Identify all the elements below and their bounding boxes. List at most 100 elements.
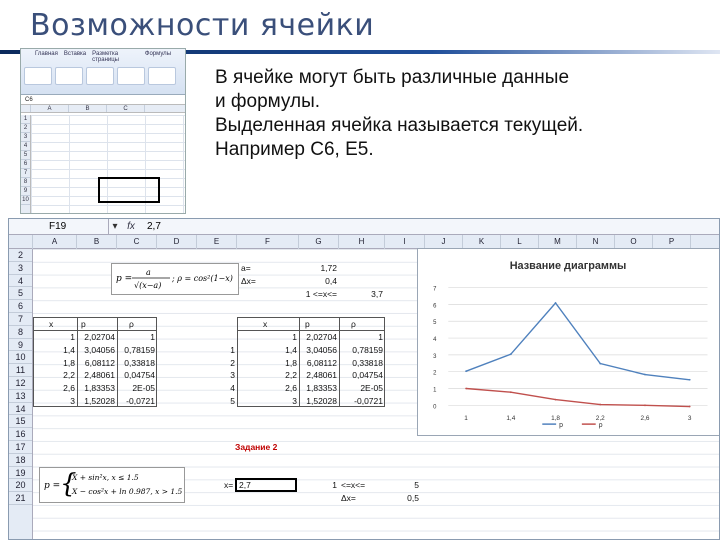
data-point: [509, 353, 512, 356]
body-line-3: Выделенная ячейка называется текущей.: [215, 115, 584, 136]
right-header-p: p: [305, 319, 310, 329]
svg-text:X + sin²x, x ≤ 1.5: X + sin²x, x ≤ 1.5: [71, 473, 139, 482]
row-index: 5: [230, 396, 235, 406]
right-cell-x: 1,4: [285, 344, 297, 355]
left-cell-x: 1: [70, 332, 75, 342]
x-tick-label: 1,4: [506, 415, 515, 422]
mini-tab-home: Главная: [35, 51, 58, 57]
right-cell-p: 2,02704: [306, 332, 337, 342]
dx-label: Δx=: [241, 276, 256, 286]
mini-name-box: C6: [21, 95, 185, 105]
left-header-x: x: [49, 319, 54, 329]
right-header-x: x: [263, 319, 268, 329]
left-cell-rho: 0,33818: [124, 357, 155, 368]
chart-title: Название диаграммы: [510, 260, 627, 272]
data-point: [688, 405, 691, 408]
mini-ribbon: Главная Вставка Разметка страницы Формул…: [21, 49, 185, 95]
mini-excel-screenshot: Главная Вставка Разметка страницы Формул…: [20, 48, 186, 214]
left-cell-rho: 0,78159: [124, 344, 155, 355]
right-cell-x: 3: [292, 396, 297, 406]
r20-value: 0,5: [407, 493, 419, 503]
y-tick-label: 5: [433, 320, 437, 326]
svg-text:√(x−a): √(x−a): [134, 281, 161, 290]
left-cell-x: 3: [70, 396, 75, 406]
x-label: x=: [224, 480, 234, 490]
left-cell-p: 1,52028: [84, 396, 115, 406]
right-cell-p: 2,48061: [306, 370, 337, 381]
mini-tab-formulas: Формулы: [144, 51, 171, 57]
right-cell-rho: -0,0721: [354, 396, 383, 406]
y-tick-label: 7: [433, 287, 436, 293]
x-value[interactable]: 2,7: [239, 479, 251, 492]
right-cell-rho: 0,78159: [352, 344, 383, 355]
excel-screenshot: F19 ▾ fx 2,7 A B C D E F G H I J K L M N…: [8, 218, 720, 540]
right-cell-rho: 2E-05: [360, 383, 383, 394]
task-label: Задание 2: [235, 442, 278, 452]
right-cell-rho: 1: [378, 332, 383, 342]
left-header-rho: ρ: [129, 319, 134, 329]
row-index: 2: [230, 357, 235, 368]
mini-tab-insert: Вставка: [63, 51, 87, 57]
right-cell-rho: 0,33818: [352, 357, 383, 368]
right-cell-p: 1,52028: [306, 396, 337, 406]
data-point: [465, 370, 467, 373]
r19-value: 5: [414, 480, 419, 490]
svg-text:p =: p =: [44, 481, 60, 491]
formula-image-1: p = a √(x−a) ; ρ = cos²(1−x): [111, 263, 239, 295]
line-chart: Название диаграммы012345671 1,4 1,8 2,2 2,6 3…: [417, 248, 719, 436]
left-cell-p: 3,04056: [84, 344, 115, 355]
x-tick-label: 1: [464, 415, 468, 422]
series-line-ρ: [466, 387, 690, 408]
r19-num: 1: [332, 480, 337, 490]
right-cell-x: 1,8: [285, 357, 297, 368]
data-point: [509, 391, 512, 394]
data-point: [554, 302, 557, 304]
svg-text:; ρ = cos²(1−x): ; ρ = cos²(1−x): [171, 274, 233, 283]
data-point: [465, 387, 467, 390]
x-tick-label: 3: [688, 415, 692, 422]
x-tick-label: 2,6: [641, 415, 650, 422]
cond-value: 3,7: [371, 289, 383, 299]
series-line-p: [465, 301, 690, 381]
right-cell-p: 3,04056: [306, 344, 337, 355]
row-index: 3: [230, 370, 235, 381]
left-cell-x: 1,8: [63, 357, 75, 368]
column-headers: A B C D E F G H I J K L M N O P: [9, 235, 719, 249]
r19-text: <=x<=: [341, 480, 366, 490]
left-cell-x: 2,6: [63, 383, 75, 394]
name-box-dropdown-icon: ▾: [112, 221, 118, 232]
row-headers: 2345 6789 10 11 12 13 14 15 16 17 18 19 20 21: [9, 249, 33, 539]
svg-text:X − cos²x + ln 0.987, x > 1.5: X − cos²x + ln 0.987, x > 1.5: [71, 487, 183, 496]
mini-tab-layout: Разметка страницы: [92, 51, 119, 63]
right-cell-p: 6,08112: [306, 357, 337, 368]
left-cell-p: 1,83353: [84, 383, 115, 394]
left-cell-rho: 1: [150, 332, 155, 342]
data-point: [644, 373, 646, 376]
right-header-rho: ρ: [351, 319, 356, 329]
y-tick-label: 4: [433, 337, 437, 343]
right-cell-x: 2,2: [285, 370, 297, 381]
left-header-p: p: [81, 319, 86, 329]
left-cell-x: 1,4: [63, 344, 75, 355]
data-point: [554, 398, 557, 401]
slide-title: Возможности ячейки: [30, 8, 375, 43]
data-point: [599, 403, 602, 406]
body-line-2: и формулы.: [215, 91, 321, 112]
right-cell-x: 2,6: [285, 383, 297, 394]
mini-row-headers: 123 456 789 10: [21, 115, 31, 213]
y-tick-label: 2: [433, 371, 436, 377]
y-tick-label: 6: [433, 303, 437, 309]
left-cell-rho: 0,04754: [124, 370, 155, 381]
body-line-1: В ячейке могут быть различные данные: [215, 67, 570, 88]
right-cell-x: 1: [292, 332, 297, 342]
a-label: a=: [241, 263, 251, 273]
legend-label: p: [559, 422, 563, 429]
dx-value: 0,4: [325, 276, 337, 286]
mini-column-headers: A B C: [21, 105, 185, 113]
data-point: [599, 362, 602, 365]
slide-body-text: В ячейке могут быть различные данные и ф…: [215, 66, 710, 162]
body-line-4: Например С6, Е5.: [215, 139, 374, 160]
formula-bar: F19 ▾ fx 2,7: [9, 219, 719, 235]
left-cell-rho: 2E-05: [132, 383, 155, 394]
a-value: 1,72: [320, 263, 337, 273]
